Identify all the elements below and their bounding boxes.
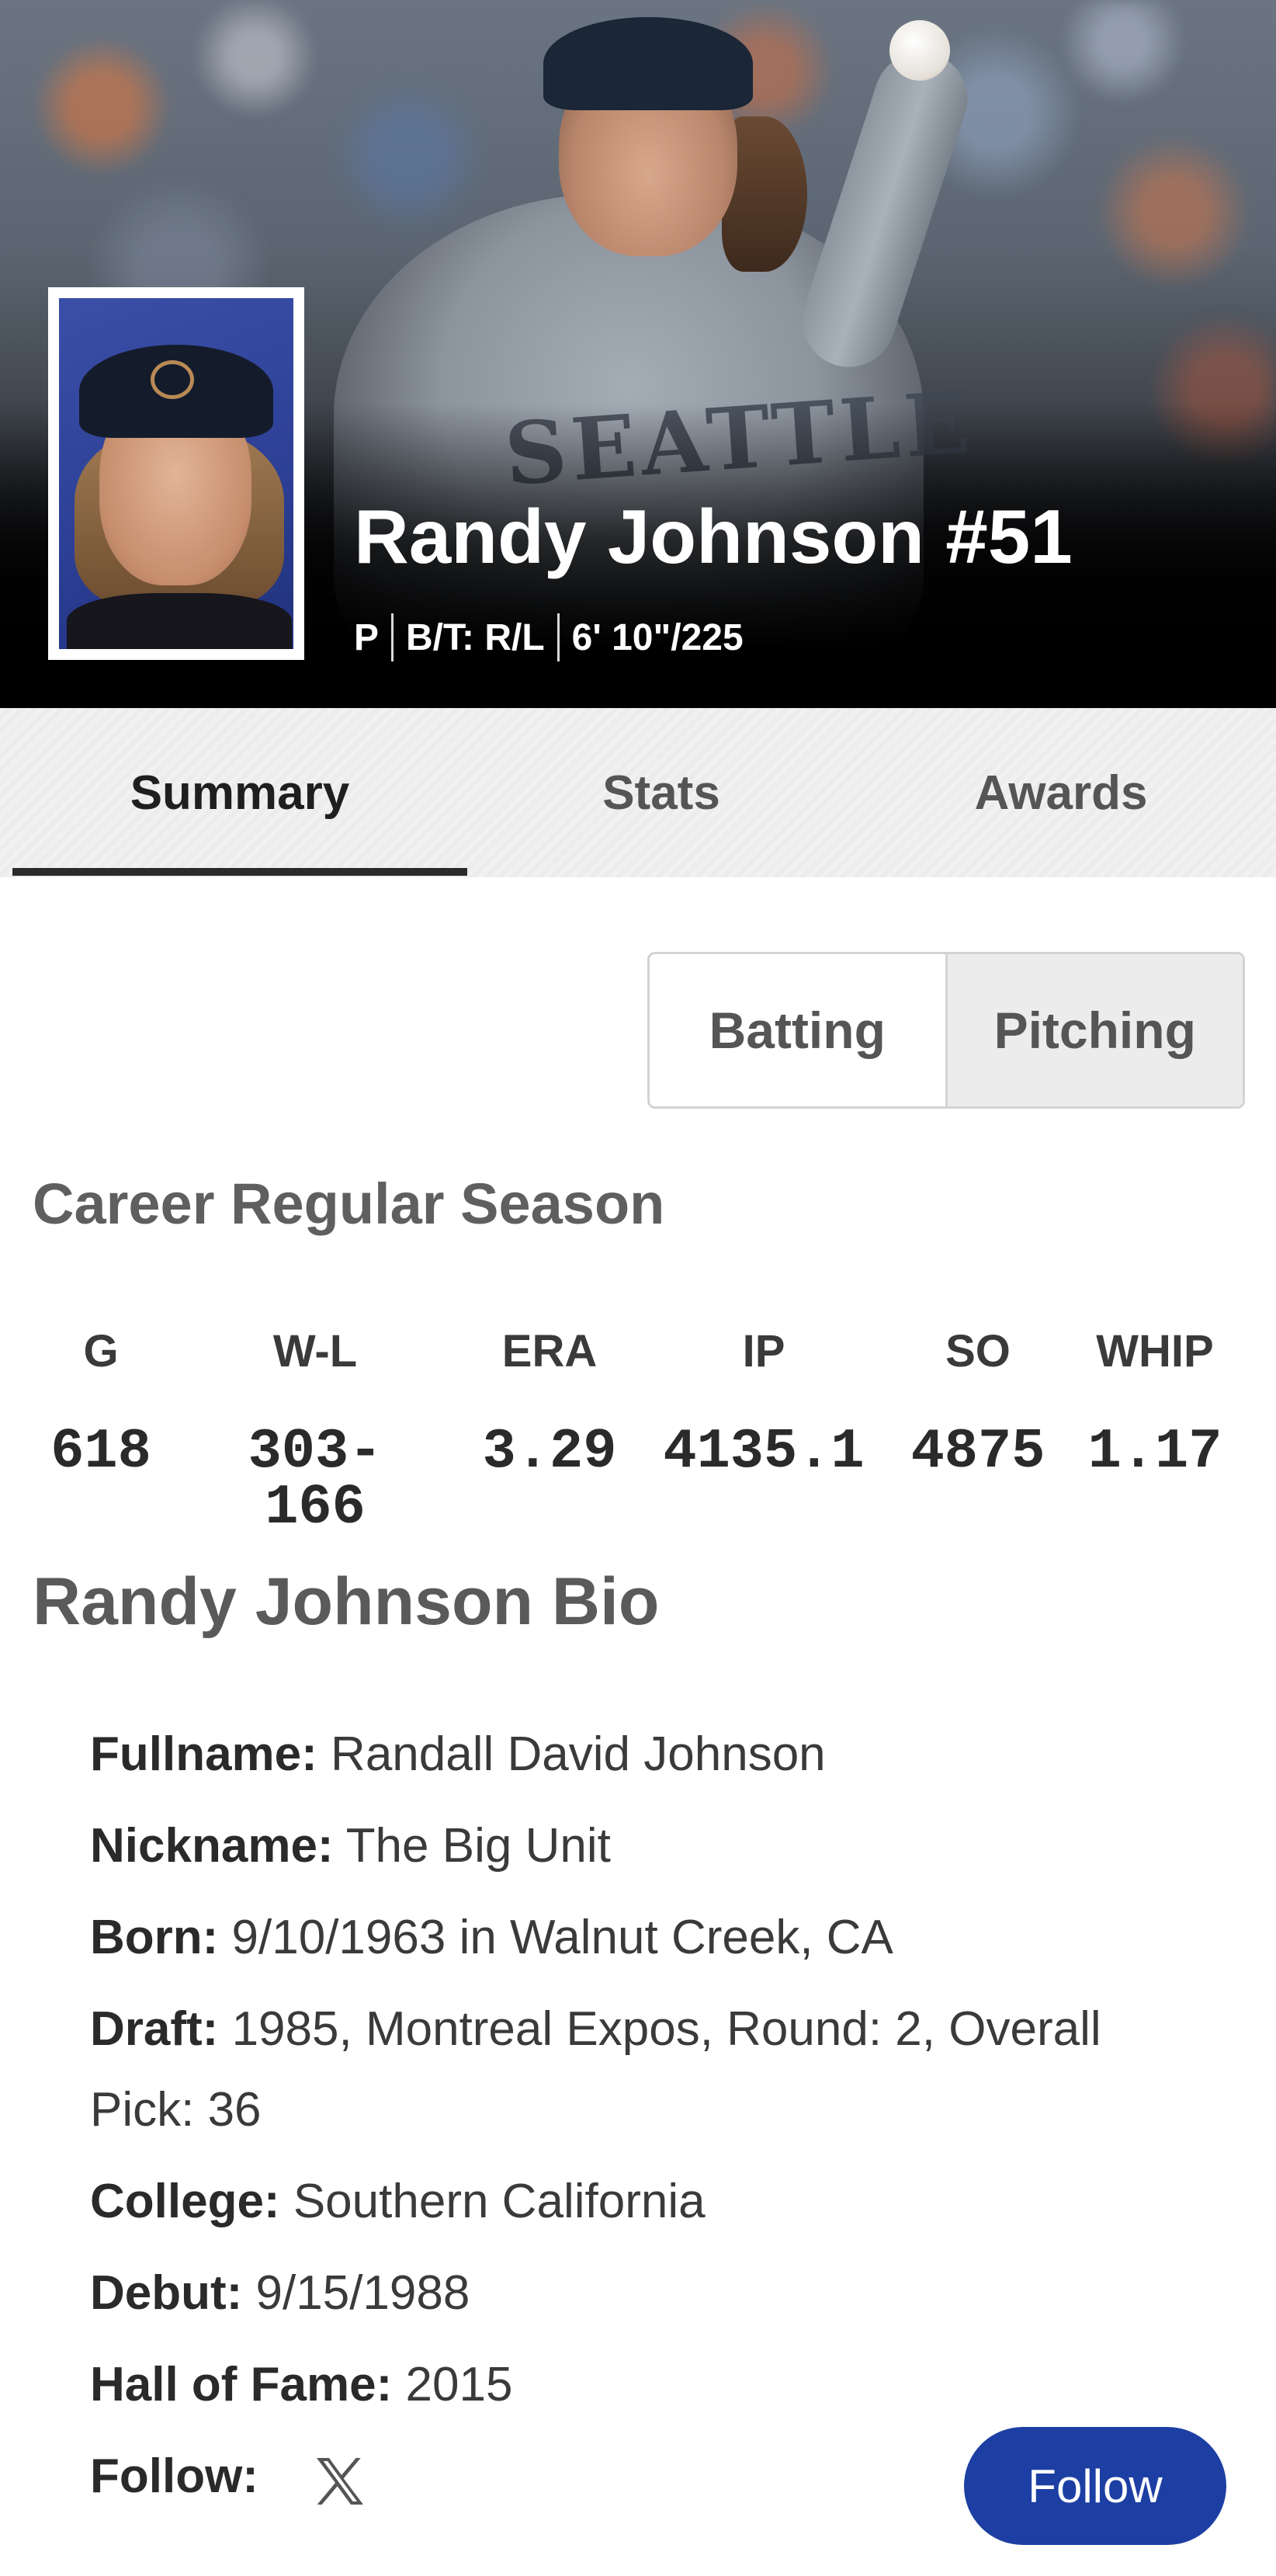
headshot-image <box>59 298 293 649</box>
stat-column-era: ERA 3.29 <box>433 1326 666 1484</box>
stat-label: WHIP <box>1096 1326 1214 1377</box>
bio-title: Randy Johnson Bio <box>33 1564 660 1639</box>
bio-value: 2015 <box>405 2358 513 2411</box>
meta-divider <box>391 613 394 661</box>
bio-born: Born: 9/10/1963 in Walnut Creek, CA <box>90 1897 1208 1978</box>
bio-value: The Big Unit <box>345 1819 611 1873</box>
bio-nickname: Nickname: The Big Unit <box>90 1806 1208 1887</box>
team-logo-icon <box>151 360 194 399</box>
stat-label: G <box>83 1326 119 1377</box>
stat-column-ip: IP 4135.1 <box>647 1326 880 1484</box>
meta-divider <box>557 613 560 661</box>
bio-follow: Follow: <box>90 2436 323 2517</box>
bio-draft: Draft: 1985, Montreal Expos, Round: 2, O… <box>90 1989 1208 2151</box>
bio-value: 9/15/1988 <box>255 2266 470 2320</box>
stat-label: IP <box>742 1326 785 1377</box>
bio-label: Draft: <box>90 2002 219 2056</box>
hero-photo-cap <box>543 17 753 110</box>
player-position: P <box>354 616 380 658</box>
stat-value: 4135.1 <box>663 1420 865 1484</box>
bio-value: Southern California <box>293 2175 706 2228</box>
stat-value: 3.29 <box>482 1420 617 1484</box>
bio-label: Nickname: <box>90 1819 334 1873</box>
bio-label: Fullname: <box>90 1727 317 1781</box>
stat-column-whip: WHIP 1.17 <box>1038 1326 1271 1484</box>
stat-column-wl: W-L 303-166 <box>199 1329 432 1536</box>
bio-debut: Debut: 9/15/1988 <box>90 2253 1208 2334</box>
bio-fullname: Fullname: Randall David Johnson <box>90 1714 1208 1795</box>
player-hero: SEATTLE Randy Johnson #51 P B/T: R/L 6' … <box>0 0 1276 708</box>
stat-type-toggle: Batting Pitching <box>647 952 1245 1109</box>
batting-toggle-button[interactable]: Batting <box>650 954 945 1106</box>
bio-label: Debut: <box>90 2266 243 2320</box>
player-height-weight: 6' 10"/225 <box>571 616 744 658</box>
player-meta: P B/T: R/L 6' 10"/225 <box>354 613 744 661</box>
active-tab-indicator <box>12 868 467 876</box>
stat-value: 1.17 <box>1087 1420 1222 1484</box>
player-name: Randy Johnson #51 <box>354 494 1073 579</box>
bio-college: College: Southern California <box>90 2161 1208 2242</box>
bio-value: Randall David Johnson <box>331 1727 826 1781</box>
tab-stats[interactable]: Stats <box>467 708 855 877</box>
bio-label: Follow: <box>90 2449 258 2503</box>
stat-value: 303-166 <box>248 1420 383 1540</box>
x-logo-icon[interactable] <box>309 2450 371 2512</box>
bio-label: Hall of Fame: <box>90 2358 393 2411</box>
tab-awards[interactable]: Awards <box>855 708 1267 877</box>
stat-value: 618 <box>50 1420 151 1484</box>
tab-summary[interactable]: Summary <box>12 708 467 877</box>
bio-value: 1985, Montreal Expos, Round: 2, Overall … <box>90 2002 1101 2137</box>
bio-label: College: <box>90 2175 280 2228</box>
player-headshot <box>48 287 304 660</box>
stat-label: W-L <box>272 1326 358 1377</box>
tab-bar: Summary Stats Awards <box>0 708 1276 877</box>
bio-label: Born: <box>90 1911 219 1964</box>
follow-button[interactable]: Follow <box>964 2427 1226 2545</box>
career-section-title: Career Regular Season <box>33 1172 665 1236</box>
bio-value: 9/10/1963 in Walnut Creek, CA <box>231 1911 893 1964</box>
bio-hall-of-fame: Hall of Fame: 2015 <box>90 2345 1208 2425</box>
pitching-toggle-button[interactable]: Pitching <box>945 954 1243 1106</box>
player-bats-throws: B/T: R/L <box>406 616 545 658</box>
headshot-shirt <box>67 593 292 649</box>
hero-photo-baseball <box>889 20 950 81</box>
stat-label: ERA <box>501 1326 598 1377</box>
stat-column-g: G 618 <box>0 1326 217 1484</box>
